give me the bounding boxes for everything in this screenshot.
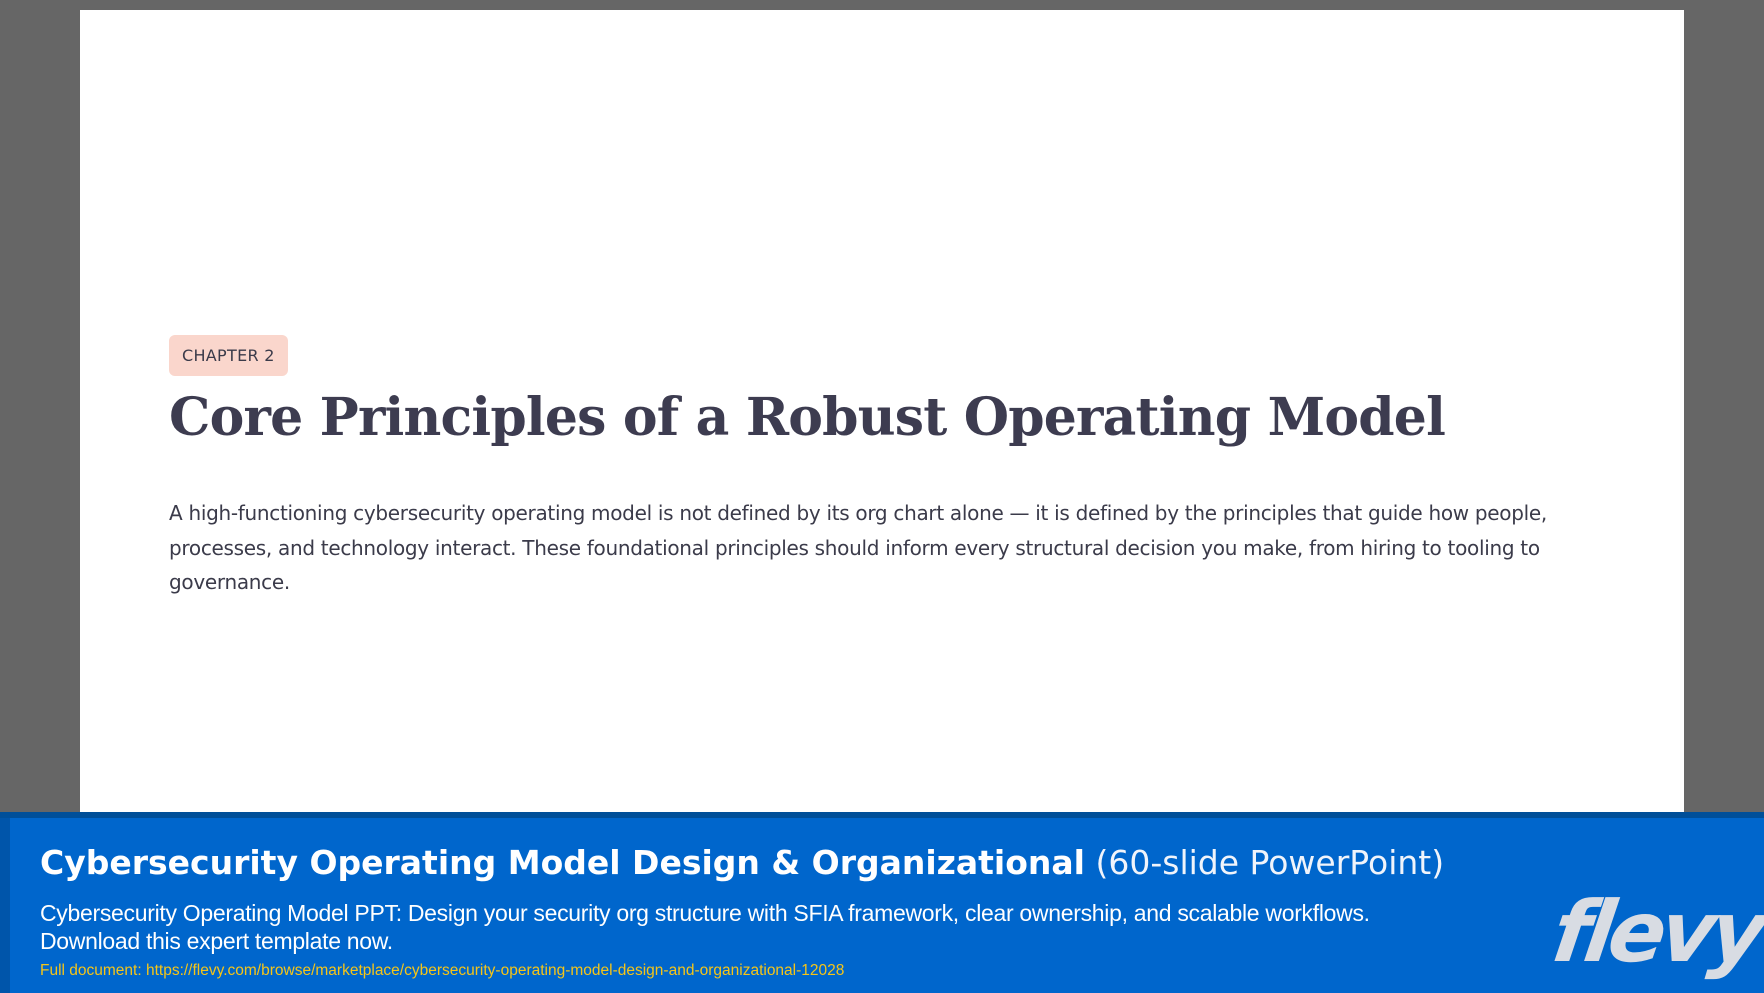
- footer-edge-stripe: [0, 818, 10, 993]
- footer-banner: Cybersecurity Operating Model Design & O…: [0, 812, 1764, 993]
- footer-description: Cybersecurity Operating Model PPT: Desig…: [40, 900, 1370, 954]
- footer-title-main: Cybersecurity Operating Model Design & O…: [40, 843, 1085, 882]
- footer-title-sub: (60-slide PowerPoint): [1084, 843, 1445, 882]
- full-document-link[interactable]: https://flevy.com/browse/marketplace/cyb…: [146, 962, 844, 979]
- slide-title: Core Principles of a Robust Operating Mo…: [169, 387, 1446, 448]
- footer-link-row: Full document: https://flevy.com/browse/…: [40, 961, 844, 981]
- slide-page: CHAPTER 2 Core Principles of a Robust Op…: [80, 10, 1684, 813]
- chapter-badge: CHAPTER 2: [169, 335, 288, 376]
- flevy-logo[interactable]: flevy: [1547, 883, 1764, 981]
- footer-title: Cybersecurity Operating Model Design & O…: [40, 841, 1444, 885]
- slide-body-text: A high-functioning cybersecurity operati…: [169, 501, 1547, 594]
- footer-link-prefix: Full document:: [40, 962, 146, 979]
